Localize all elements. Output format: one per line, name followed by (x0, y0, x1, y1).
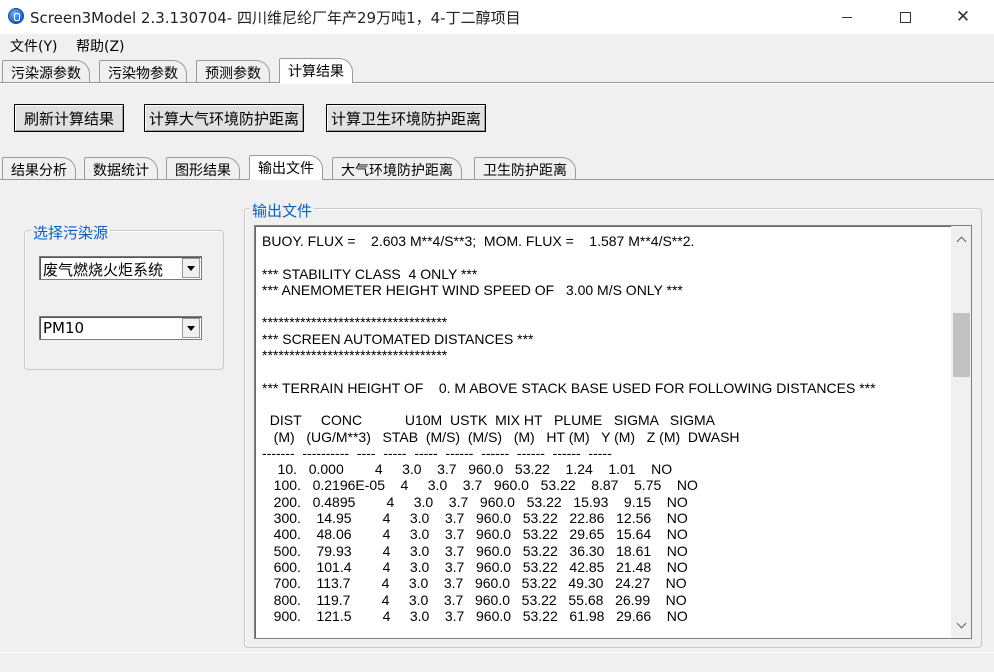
minimize-button[interactable] (824, 0, 870, 34)
output-line: *** SCREEN AUTOMATED DISTANCES *** (262, 330, 534, 347)
output-text: BUOY. FLUX = 2.603 M**4/S**3; MOM. FLUX … (262, 233, 947, 624)
chevron-up-icon (956, 236, 966, 246)
scroll-up-button[interactable] (951, 230, 971, 248)
tab-data-stats[interactable]: 数据统计 (84, 157, 158, 179)
app-window: Screen3Model 2.3.130704- 四川维尼纶厂年产29万吨1，4… (0, 0, 994, 672)
output-line: *** ANEMOMETER HEIGHT WIND SPEED OF 3.00… (262, 281, 683, 298)
output-line: *** TERRAIN HEIGHT OF 0. M ABOVE STACK B… (262, 379, 876, 396)
tab-pollutant-params[interactable]: 污染物参数 (99, 60, 187, 82)
tab-result-analysis[interactable]: 结果分析 (2, 157, 76, 179)
chevron-down-icon (956, 618, 966, 628)
calc-air-distance-button[interactable]: 计算大气环境防护距离 (144, 104, 304, 132)
output-line: (M) (UG/M**3) STAB (M/S) (M/S) (M) HT (M… (262, 428, 740, 445)
maximize-button[interactable] (882, 0, 928, 34)
calc-health-distance-button[interactable]: 计算卫生环境防护距离 (326, 104, 486, 132)
close-icon: ✕ (955, 6, 971, 27)
tab-output-file[interactable]: 输出文件 (249, 155, 323, 180)
output-file-legend: 输出文件 (250, 200, 315, 221)
output-line: 800. 119.7 4 3.0 3.7 960.0 53.22 55.68 2… (262, 591, 687, 608)
output-line: DIST CONC U10M USTK MIX HT PLUME SIGMA S… (262, 412, 716, 429)
minimize-icon (842, 16, 852, 18)
pollutant-dropdown-arrow[interactable] (182, 318, 200, 338)
output-line: 900. 121.5 4 3.0 3.7 960.0 53.22 61.98 2… (262, 607, 688, 624)
pollutant-dropdown[interactable]: PM10 (39, 316, 202, 340)
output-line: ********************************** (262, 347, 448, 364)
source-dropdown-value: 废气燃烧火炬系统 (43, 261, 164, 279)
chevron-down-icon (187, 265, 195, 271)
pollutant-dropdown-value: PM10 (43, 319, 85, 337)
output-line: 300. 14.95 4 3.0 3.7 960.0 53.22 22.86 1… (262, 510, 688, 527)
tab-graph-results[interactable]: 图形结果 (166, 157, 240, 179)
source-select-group (24, 230, 224, 370)
menu-help[interactable]: 帮助(Z) (76, 36, 125, 56)
source-dropdown-arrow[interactable] (182, 258, 200, 278)
output-line: 700. 113.7 4 3.0 3.7 960.0 53.22 49.30 2… (262, 575, 687, 592)
output-line: 200. 0.4895 4 3.0 3.7 960.0 53.22 15.93 … (262, 493, 688, 510)
scroll-down-button[interactable] (951, 616, 971, 634)
output-line: ------- ---------- ---- ----- ----- ----… (262, 444, 612, 461)
window-title: Screen3Model 2.3.130704- 四川维尼纶厂年产29万吨1，4… (30, 9, 521, 27)
vertical-scrollbar[interactable] (951, 226, 971, 638)
output-line: 100. 0.2196E-05 4 3.0 3.7 960.0 53.22 8.… (262, 477, 698, 494)
output-line: *** STABILITY CLASS 4 ONLY *** (262, 265, 478, 282)
output-line: ********************************** (262, 314, 448, 331)
app-icon (8, 8, 24, 24)
output-line: 600. 101.4 4 3.0 3.7 960.0 53.22 42.85 2… (262, 558, 688, 575)
output-line: BUOY. FLUX = 2.603 M**4/S**3; MOM. FLUX … (262, 233, 695, 249)
scroll-thumb[interactable] (953, 313, 970, 377)
output-line: 500. 79.93 4 3.0 3.7 960.0 53.22 36.30 1… (262, 542, 688, 559)
tab-source-params[interactable]: 污染源参数 (2, 60, 90, 82)
menu-bar: 文件(Y) 帮助(Z) (0, 34, 994, 56)
title-bar: Screen3Model 2.3.130704- 四川维尼纶厂年产29万吨1，4… (0, 0, 994, 34)
source-select-legend: 选择污染源 (31, 222, 111, 243)
tab-calc-results[interactable]: 计算结果 (279, 58, 353, 83)
refresh-results-button[interactable]: 刷新计算结果 (14, 104, 124, 132)
tab-air-distance[interactable]: 大气环境防护距离 (332, 157, 462, 179)
output-line: 10. 0.000 4 3.0 3.7 960.0 53.22 1.24 1.0… (262, 461, 673, 478)
tab-health-distance[interactable]: 卫生防护距离 (474, 157, 576, 179)
tab-prediction-params[interactable]: 预测参数 (196, 60, 270, 82)
status-strip (0, 652, 994, 672)
close-button[interactable]: ✕ (940, 0, 986, 34)
output-line: 400. 48.06 4 3.0 3.7 960.0 53.22 29.65 1… (262, 526, 688, 543)
output-textarea[interactable]: BUOY. FLUX = 2.603 M**4/S**3; MOM. FLUX … (254, 225, 972, 639)
menu-file[interactable]: 文件(Y) (10, 36, 57, 56)
chevron-down-icon (187, 325, 195, 331)
source-dropdown[interactable]: 废气燃烧火炬系统 (39, 256, 202, 280)
maximize-icon (899, 11, 911, 23)
